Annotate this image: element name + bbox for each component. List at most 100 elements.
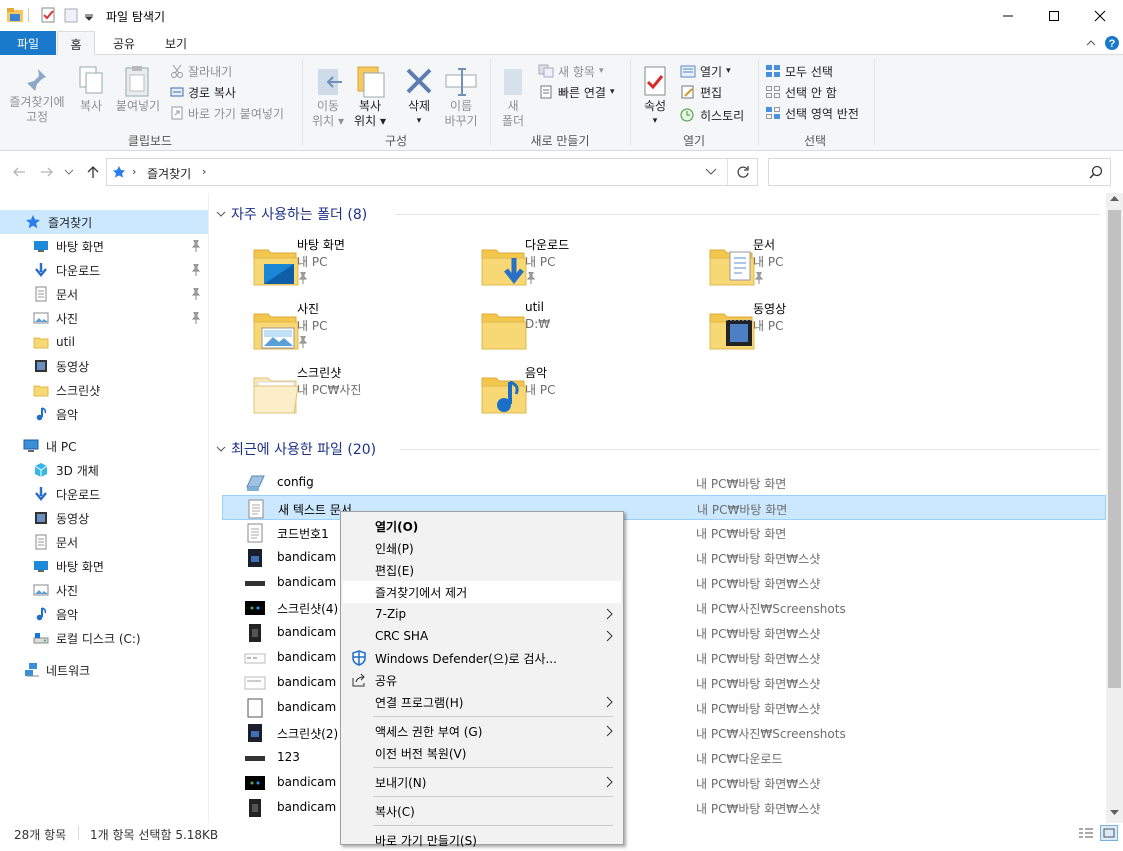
nav-quick-access[interactable]: 즐겨찾기 [0,210,208,234]
documents-folder-icon [708,238,756,288]
new-folder-button[interactable]: 새 폴더 [494,65,532,129]
folder-tile[interactable]: 스크린샷 내 PC₩사진 [222,356,442,416]
nav-quick-item[interactable]: 다운로드 [0,258,208,282]
back-button[interactable] [12,166,26,178]
context-menu-item[interactable]: 즐겨찾기에서 제거 [343,581,621,603]
select-none-icon [766,86,780,98]
forward-button[interactable] [40,166,54,178]
context-menu-item[interactable]: 연결 프로그램(H) [343,691,621,713]
up-button[interactable] [86,165,100,179]
collapse-ribbon-icon[interactable] [1085,37,1097,49]
nav-quick-item[interactable]: 스크린샷 [0,378,208,402]
scroll-down-icon[interactable] [1110,810,1119,816]
folder-tile[interactable]: 음악 내 PC [450,356,670,416]
breadcrumb-chevron-icon[interactable]: › [202,165,206,178]
minimize-button[interactable] [985,0,1031,31]
customize-qat-icon[interactable] [84,9,94,21]
context-menu-item[interactable]: 7-Zip [343,603,621,625]
context-menu-item[interactable]: 편집(E) [343,559,621,581]
folder-tile[interactable]: 다운로드 내 PC [450,228,670,288]
help-icon[interactable]: ? [1104,35,1120,51]
easy-access-button[interactable]: 빠른 연결 ▾ [538,82,615,102]
context-menu-item[interactable]: CRC SHA [343,625,621,647]
context-menu-item[interactable]: 인쇄(P) [343,537,621,559]
new-item-button[interactable]: 새 항목 ▾ [538,61,603,81]
tab-file[interactable]: 파일 [0,31,56,55]
nav-quick-item[interactable]: 동영상 [0,354,208,378]
folder-tile[interactable]: util D:₩ [450,292,670,352]
move-to-button[interactable]: 이동 위치 ▾ [308,65,348,129]
context-menu-item[interactable]: 보내기(N) [343,771,621,793]
properties-button[interactable]: 속성 ▾ [636,65,674,129]
folder-tile[interactable]: 바탕 화면 내 PC [222,228,442,288]
pin-icon [191,264,201,276]
search-box[interactable] [768,158,1111,186]
nav-this-pc[interactable]: 내 PC [0,434,208,458]
cut-button[interactable]: 잘라내기 [170,61,232,81]
history-button[interactable]: 히스토리 [680,105,744,125]
edit-button[interactable]: 편집 [680,82,722,102]
image-file-icon [244,573,266,593]
paste-shortcut-button[interactable]: 바로 가기 붙여넣기 [170,103,284,123]
context-menu-item[interactable]: 액세스 권한 부여 (G) [343,720,621,742]
select-none-button[interactable]: 선택 안 함 [765,82,837,102]
properties-quick-icon[interactable] [40,6,56,24]
nav-quick-item[interactable]: 음악 [0,402,208,426]
folder-tile[interactable]: 사진 내 PC [222,292,442,352]
copy-button[interactable]: 복사 [72,65,110,114]
context-menu-item[interactable]: 공유 [343,669,621,691]
tab-view[interactable]: 보기 [156,31,196,55]
copy-to-button[interactable]: 복사 위치 ▾ [350,65,390,129]
invert-selection-button[interactable]: 선택 영역 반전 [765,103,859,123]
file-name: bandicam 2 [277,775,348,789]
copy-path-button[interactable]: 경로 복사 [170,82,236,102]
close-button[interactable] [1077,0,1123,31]
explorer-app-icon[interactable] [6,6,24,24]
pin-to-quick-access-button[interactable]: 즐겨찾기에 고정 [4,65,70,125]
search-icon[interactable] [1089,165,1103,179]
context-menu-item[interactable]: 이전 버전 복원(V) [343,742,621,764]
paste-button[interactable]: 붙여넣기 [112,65,164,114]
nav-quick-item[interactable]: 바탕 화면 [0,234,208,258]
new-folder-quick-icon[interactable] [63,6,79,24]
scroll-up-icon[interactable] [1110,195,1119,201]
file-name: bandicam 2 [277,675,348,689]
tab-share[interactable]: 공유 [104,31,144,55]
delete-icon [406,68,432,94]
details-view-icon[interactable] [1078,827,1094,839]
search-input[interactable] [773,162,1073,182]
breadcrumb-quick-access[interactable]: 즐겨찾기 [147,165,191,182]
nav-quick-item[interactable]: 사진 [0,306,208,330]
recent-files-header[interactable]: 최근에 사용한 파일 (20) [215,439,376,459]
large-icons-view-icon[interactable] [1100,825,1118,841]
nav-quick-item[interactable]: 문서 [0,282,208,306]
address-dropdown-button[interactable] [705,168,717,176]
scrollbar-thumb[interactable] [1108,210,1121,688]
recent-file-row[interactable]: config 내 PC₩바탕 화면 [222,470,1106,495]
maximize-button[interactable] [1031,0,1077,31]
context-menu-item[interactable]: Windows Defender(으)로 검사... [343,647,621,669]
file-name: bandicam 2 [277,625,348,639]
address-bar[interactable]: › 즐겨찾기 › [106,158,758,186]
recent-locations-button[interactable] [64,168,74,176]
nav-quick-item[interactable]: util [0,330,208,354]
properties-dropdown-icon: ▾ [652,116,658,126]
select-all-button[interactable]: 모두 선택 [765,61,833,81]
open-icon [680,65,696,78]
folder-name: 스크린샷 [297,366,342,380]
folder-tile[interactable]: 문서 내 PC [678,228,898,288]
delete-button[interactable]: 삭제 ▾ [400,65,438,129]
vertical-scrollbar[interactable] [1106,193,1123,823]
folder-location: D:₩ [525,317,551,331]
context-menu-item[interactable]: 바로 가기 만들기(S) [343,829,621,851]
folder-tile[interactable]: 동영상 내 PC [678,292,898,352]
rename-button[interactable]: 이름 바꾸기 [440,65,482,129]
image-file-icon [244,723,266,743]
invert-selection-icon [766,107,780,119]
context-menu-item[interactable]: 복사(C) [343,800,621,822]
frequent-folders-header[interactable]: 자주 사용하는 폴더 (8) [215,204,367,224]
refresh-button[interactable] [736,165,750,179]
context-menu-item[interactable]: 열기(O) [343,515,621,537]
tab-home[interactable]: 홈 [57,31,95,56]
open-button[interactable]: 열기 ▾ [680,61,731,81]
